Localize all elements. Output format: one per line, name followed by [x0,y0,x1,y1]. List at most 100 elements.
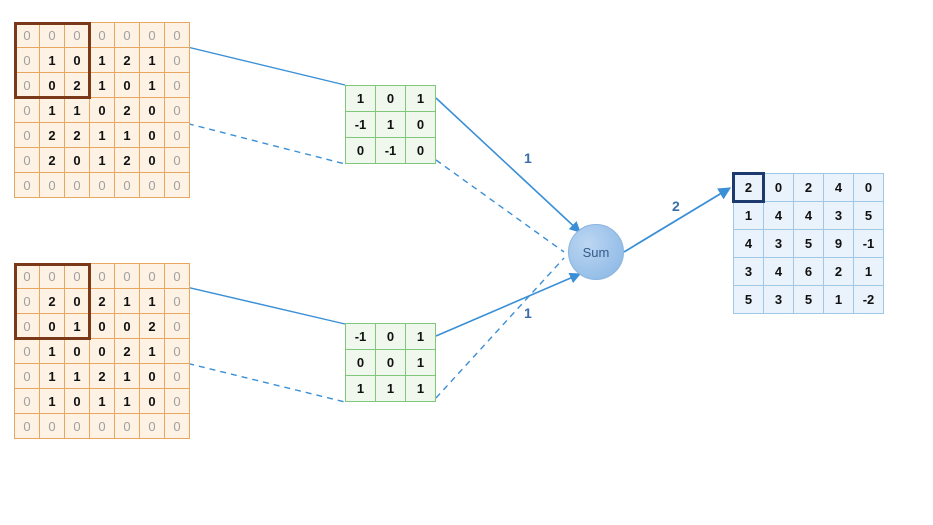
cell: 0 [65,289,90,314]
cell: 2 [115,48,140,73]
cell: 2 [90,364,115,389]
cell: 0 [376,86,406,112]
cell: 5 [794,286,824,314]
cell: -1 [346,112,376,138]
cell: 0 [90,23,115,48]
cell: 2 [65,73,90,98]
cell: 0 [15,73,40,98]
cell: 1 [115,389,140,414]
cell: 0 [140,23,165,48]
cell: 0 [140,148,165,173]
cell: 0 [406,112,436,138]
cell: 5 [734,286,764,314]
cell: 0 [40,73,65,98]
cell: 4 [794,202,824,230]
sum-label: Sum [583,245,610,260]
cell: 4 [734,230,764,258]
cell: -1 [376,138,406,164]
cell: 0 [165,314,190,339]
cell: 0 [165,173,190,198]
cell: 2 [65,123,90,148]
cell: 0 [15,173,40,198]
cell: 0 [65,173,90,198]
cell: 0 [40,314,65,339]
cell: 0 [90,339,115,364]
cell: 1 [346,376,376,402]
cell: 1 [854,258,884,286]
sum-node: Sum [568,224,624,280]
cell: 4 [764,202,794,230]
kernel-1: 101-1100-10 [345,85,436,164]
cell: 0 [40,173,65,198]
cell: 0 [15,123,40,148]
edge-label-kernel1: 1 [524,150,532,166]
cell: 0 [406,138,436,164]
cell: 1 [115,364,140,389]
cell: 0 [115,23,140,48]
cell: 0 [15,148,40,173]
cell: 1 [40,364,65,389]
cell: 5 [854,202,884,230]
cell: 3 [764,286,794,314]
cell: 0 [15,23,40,48]
cell: 4 [764,258,794,286]
cell: -1 [854,230,884,258]
cell: 1 [140,339,165,364]
cell: 0 [165,123,190,148]
cell: 1 [65,364,90,389]
cell: 0 [40,414,65,439]
cell: 0 [65,23,90,48]
cell: 0 [165,98,190,123]
cell: 1 [115,123,140,148]
cell: 0 [90,314,115,339]
cell: 0 [65,389,90,414]
cell: -2 [854,286,884,314]
cell: 3 [734,258,764,286]
cell: 0 [140,364,165,389]
cell: 0 [65,264,90,289]
cell: 1 [65,314,90,339]
cell: 1 [346,86,376,112]
cell: 2 [115,148,140,173]
cell: 1 [90,389,115,414]
cell: 0 [115,264,140,289]
cell: 0 [165,48,190,73]
cell: 0 [140,389,165,414]
edge-label-output: 2 [672,198,680,214]
cell: 1 [140,73,165,98]
cell: 0 [40,23,65,48]
cell: 1 [376,376,406,402]
cell: 0 [15,389,40,414]
cell: 2 [794,174,824,202]
cell: 9 [824,230,854,258]
cell: 1 [734,202,764,230]
cell: 1 [40,389,65,414]
cell: 2 [115,339,140,364]
cell: 0 [15,264,40,289]
cell: 0 [854,174,884,202]
input-channel-2: 0000000020211000100200100210011210001011… [14,263,190,439]
cell: 3 [764,230,794,258]
cell: 0 [90,264,115,289]
cell: 0 [140,173,165,198]
kernel-2: -101001111 [345,323,436,402]
cell: 2 [40,289,65,314]
cell: 2 [140,314,165,339]
cell: 1 [90,73,115,98]
cell: 0 [140,123,165,148]
output-feature-map: 20240144354359-1346215351-2 [733,173,884,314]
cell: 1 [90,148,115,173]
cell: 0 [140,264,165,289]
cell: 0 [115,73,140,98]
cell: 0 [15,48,40,73]
cell: 4 [824,174,854,202]
cell: 1 [406,324,436,350]
cell: 0 [165,389,190,414]
cell: 0 [15,339,40,364]
cell: 2 [40,123,65,148]
edge-label-kernel2: 1 [524,305,532,321]
cell: 0 [346,138,376,164]
cell: 1 [406,376,436,402]
cell: 0 [115,414,140,439]
cell: 0 [376,350,406,376]
